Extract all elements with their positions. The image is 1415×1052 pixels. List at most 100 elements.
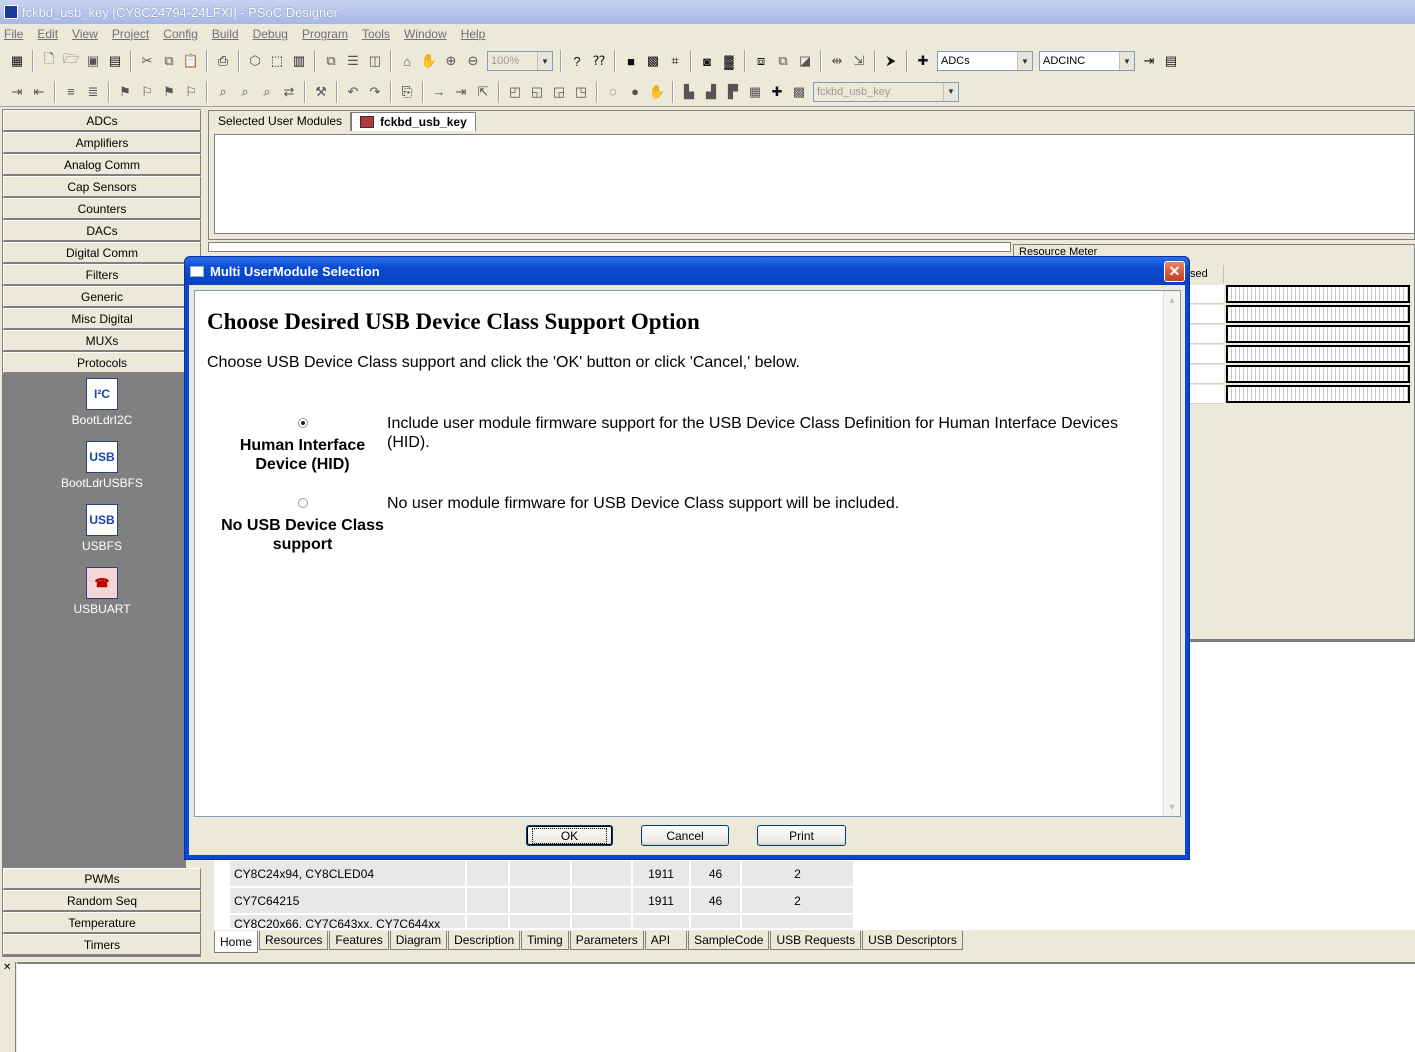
cube-icon[interactable]: ⬡	[246, 52, 264, 70]
category-timers[interactable]: Timers	[3, 934, 201, 955]
save-all-icon[interactable]: ▤	[106, 52, 124, 70]
tab-api[interactable]: API	[644, 931, 688, 950]
module-datasheet-icon[interactable]: ⇥	[1140, 52, 1158, 70]
category-adcs[interactable]: ADCs	[3, 110, 201, 131]
tab-description[interactable]: Description	[448, 931, 521, 950]
paste-icon[interactable]: 📋	[182, 52, 200, 70]
indent-icon[interactable]: ⇥	[8, 83, 26, 101]
print-icon[interactable]: ⎙	[214, 52, 232, 70]
chevron-down-icon[interactable]: ▼	[943, 82, 958, 101]
menu-view[interactable]: View	[72, 27, 98, 41]
add-file-icon[interactable]: ✚	[768, 83, 786, 101]
new-file-icon[interactable]: 🗋	[40, 51, 58, 70]
cascade-windows-icon[interactable]: ⧉	[322, 52, 340, 70]
tab-parameters[interactable]: Parameters	[569, 931, 644, 950]
find-icon[interactable]: ⌕	[214, 83, 232, 101]
find-prev-icon[interactable]: ⌕	[258, 83, 276, 101]
disconnect-icon[interactable]: ⇲	[850, 52, 868, 70]
radio-hid[interactable]	[298, 418, 308, 428]
category-temperature[interactable]: Temperature	[3, 912, 201, 933]
zoom-out-icon[interactable]: ⊖	[464, 52, 482, 70]
zoom-in-icon[interactable]: ⊕	[442, 52, 460, 70]
module-bootldri2c[interactable]: I²C BootLdrI2C	[3, 378, 201, 438]
tab-timing[interactable]: Timing	[521, 931, 569, 950]
menu-window[interactable]: Window	[404, 27, 447, 41]
tab-features[interactable]: Features	[329, 931, 389, 950]
help-icon[interactable]: ?	[568, 52, 586, 70]
ok-button[interactable]: OK	[526, 825, 613, 846]
bookmark-toggle-icon[interactable]: ⚑	[116, 83, 134, 101]
bookmark-prev-icon[interactable]: ⚑	[160, 83, 178, 101]
category-digital-comm[interactable]: Digital Comm	[3, 242, 201, 263]
chip-pins-icon[interactable]: ⌗	[666, 52, 684, 70]
open-folder-icon[interactable]: 🗁	[62, 51, 80, 70]
layout-3-icon[interactable]: ▛	[724, 83, 742, 101]
step-out-icon[interactable]: ⇱	[474, 83, 492, 101]
print-button[interactable]: Print	[757, 825, 846, 846]
project-icon[interactable]: ▩	[790, 83, 808, 101]
breakpoint-icon[interactable]: ◰	[506, 83, 524, 101]
tab-usb-descriptors[interactable]: USB Descriptors	[862, 931, 963, 950]
tile-vertical-icon[interactable]: ◫	[366, 52, 384, 70]
find-next-icon[interactable]: ⌕	[236, 83, 254, 101]
category-analog-comm[interactable]: Analog Comm	[3, 154, 201, 175]
bookmark-clear-icon[interactable]: ⚐	[182, 83, 200, 101]
user-module-catalog-icon[interactable]: ⮞	[882, 52, 900, 70]
category-muxs[interactable]: MUXs	[3, 330, 201, 351]
scroll-down-icon[interactable]: ▼	[1164, 799, 1180, 815]
undo-icon[interactable]: ↶	[344, 83, 362, 101]
category-dacs[interactable]: DACs	[3, 220, 201, 241]
module-bootldrusbfs[interactable]: USB BootLdrUSBFS	[3, 441, 201, 501]
comment-icon[interactable]: ≡	[62, 83, 80, 101]
scroll-up-icon[interactable]: ▲	[1164, 292, 1180, 308]
menu-project[interactable]: Project	[112, 27, 149, 41]
uncomment-icon[interactable]: ≣	[84, 83, 102, 101]
module-usbfs[interactable]: USB USBFS	[3, 504, 201, 564]
category-filters[interactable]: Filters	[3, 264, 201, 285]
outdent-icon[interactable]: ⇤	[30, 83, 48, 101]
tab-samplecode[interactable]: SampleCode	[688, 931, 770, 950]
context-help-icon[interactable]: ⁇	[590, 52, 608, 70]
hand-stop-icon[interactable]: ✋	[648, 83, 666, 101]
category-generic[interactable]: Generic	[3, 286, 201, 307]
chip-config-icon[interactable]: ▩	[644, 52, 662, 70]
tab-usb-requests[interactable]: USB Requests	[770, 931, 862, 950]
rotate-module-icon[interactable]: ◪	[796, 52, 814, 70]
chevron-down-icon[interactable]: ▼	[1017, 52, 1032, 70]
run-icon[interactable]: ◱	[528, 83, 546, 101]
document-icon[interactable]: ▥	[290, 52, 308, 70]
close-icon[interactable]: ✕	[0, 962, 15, 973]
dialog-scrollbar[interactable]: ▲ ▼	[1163, 291, 1180, 816]
layout-1-icon[interactable]: ▙	[680, 83, 698, 101]
tab-home[interactable]: Home	[214, 931, 259, 953]
step-icon[interactable]: →	[430, 83, 448, 101]
reset-icon[interactable]: ◳	[572, 83, 590, 101]
category-random-seq[interactable]: Random Seq	[3, 890, 201, 911]
tools-icon[interactable]: ⚒	[312, 83, 330, 101]
tab-project[interactable]: fckbd_usb_key	[351, 112, 476, 131]
menu-tools[interactable]: Tools	[362, 27, 390, 41]
bookmark-next-icon[interactable]: ⚐	[138, 83, 156, 101]
tab-resources[interactable]: Resources	[259, 931, 329, 950]
category-protocols[interactable]: Protocols	[3, 352, 201, 373]
redo-icon[interactable]: ↷	[366, 83, 384, 101]
category-counters[interactable]: Counters	[3, 198, 201, 219]
menu-config[interactable]: Config	[163, 27, 198, 41]
menu-help[interactable]: Help	[461, 27, 486, 41]
menu-program[interactable]: Program	[302, 27, 348, 41]
unplace-module-icon[interactable]: ⧉	[774, 52, 792, 70]
radio-no-class[interactable]	[298, 498, 308, 508]
module-combo[interactable]: ADCINC ▼	[1039, 51, 1135, 71]
chip-icon[interactable]: ▓	[720, 52, 738, 70]
chip-blue-icon[interactable]: ■	[622, 52, 640, 70]
project-combo[interactable]: fckbd_usb_key ▼	[813, 81, 959, 102]
home-icon[interactable]: ⌂	[398, 52, 416, 70]
category-cap-sensors[interactable]: Cap Sensors	[3, 176, 201, 197]
pointer-icon[interactable]: ⬚	[268, 52, 286, 70]
chevron-down-icon[interactable]: ▼	[1119, 52, 1134, 70]
step-into-icon[interactable]: ⇥	[452, 83, 470, 101]
add-module-icon[interactable]: ✚	[914, 52, 932, 70]
save-icon[interactable]: ▣	[84, 52, 102, 70]
category-amplifiers[interactable]: Amplifiers	[3, 132, 201, 153]
category-misc-digital[interactable]: Misc Digital	[3, 308, 201, 329]
